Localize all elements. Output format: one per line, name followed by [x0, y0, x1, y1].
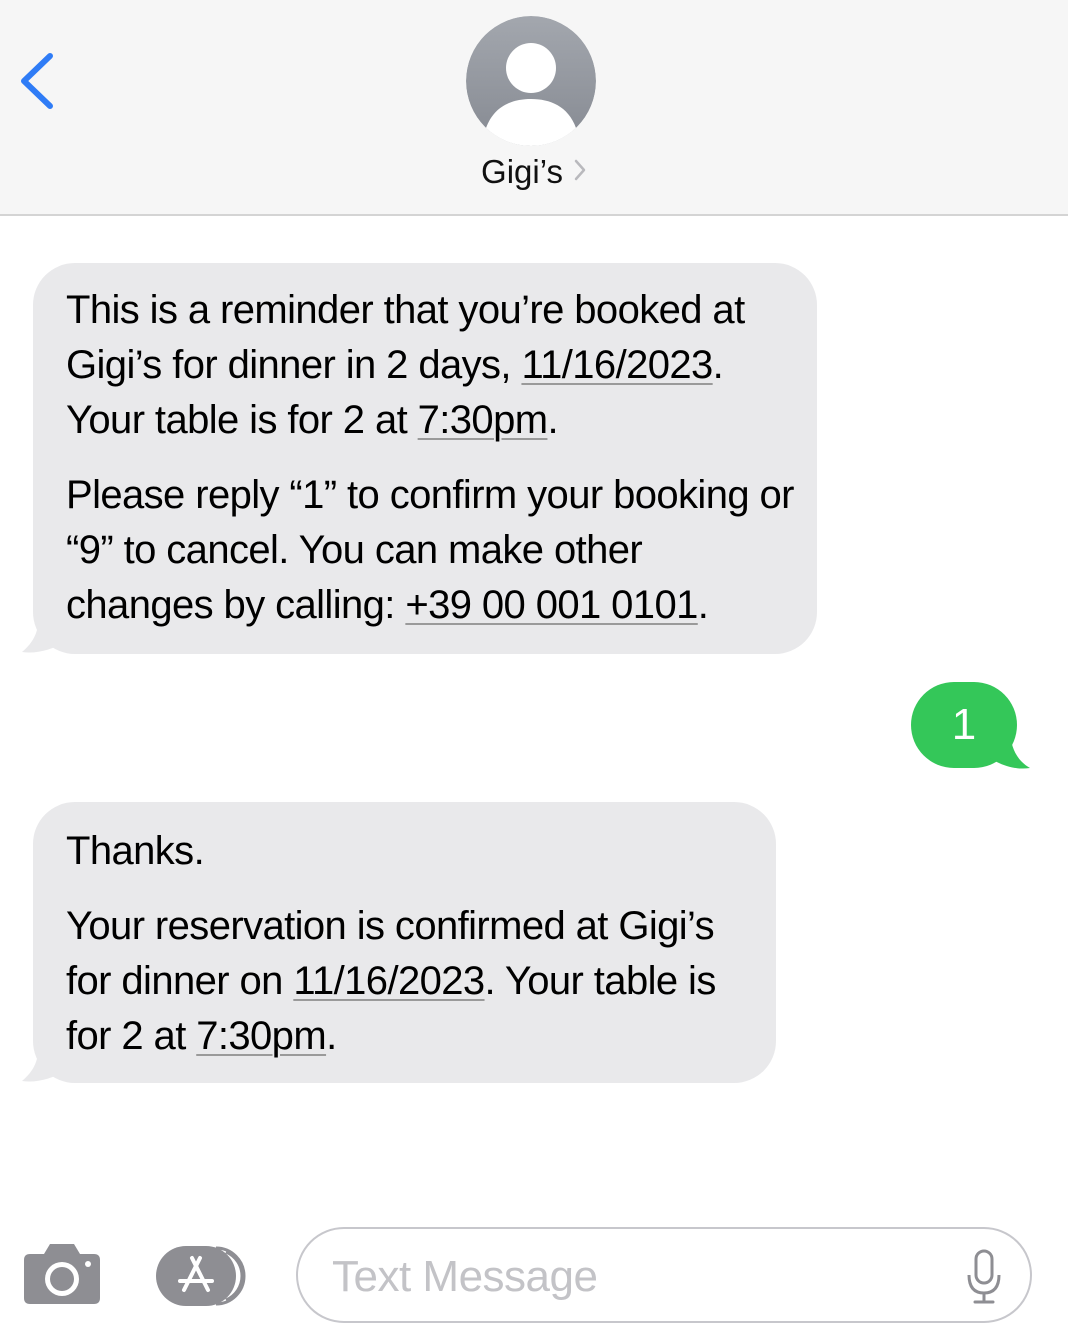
- message-input[interactable]: Text Message: [296, 1227, 1032, 1323]
- dictation-button[interactable]: [966, 1249, 1002, 1305]
- microphone-icon: [967, 1249, 1001, 1304]
- phone-link[interactable]: +39 00 001 0101: [405, 583, 698, 627]
- app-store-icon: [156, 1246, 246, 1306]
- person-icon: [466, 16, 596, 146]
- message-input-placeholder: Text Message: [332, 1252, 598, 1301]
- message-text: .: [547, 398, 558, 442]
- contact-avatar[interactable]: [466, 16, 596, 146]
- message-paragraph: Thanks.: [66, 829, 205, 873]
- app-store-button[interactable]: [156, 1244, 254, 1308]
- incoming-message-bubble: This is a reminder that you’re booked at…: [33, 263, 817, 654]
- contact-name-button[interactable]: Gigi’s: [0, 150, 1068, 194]
- contact-name: Gigi’s: [481, 153, 563, 190]
- back-button[interactable]: [14, 46, 64, 116]
- time-link[interactable]: 7:30pm: [196, 1014, 326, 1058]
- chevron-right-icon: [573, 149, 587, 193]
- chevron-left-icon: [21, 53, 53, 109]
- bubble-tail: [22, 612, 66, 653]
- conversation-header: Gigi’s: [0, 0, 1068, 216]
- camera-icon: [24, 1244, 100, 1304]
- date-link[interactable]: 11/16/2023: [521, 343, 713, 387]
- message-paragraph: Please reply “1” to confirm your booking…: [66, 468, 797, 633]
- message-text: .: [326, 1014, 337, 1058]
- camera-button[interactable]: [22, 1242, 102, 1306]
- time-link[interactable]: 7:30pm: [418, 398, 548, 442]
- date-link[interactable]: 11/16/2023: [293, 959, 485, 1003]
- message-text: .: [697, 583, 709, 627]
- message-paragraph: Your reservation is confirmed at Gigi’s …: [66, 899, 756, 1064]
- bubble-tail: [22, 1041, 66, 1082]
- incoming-message-bubble: Thanks. Your reservation is confirmed at…: [33, 802, 776, 1083]
- bubble-tail: [990, 728, 1030, 769]
- message-text: 1: [951, 700, 977, 749]
- message-paragraph: This is a reminder that you’re booked at…: [66, 283, 797, 448]
